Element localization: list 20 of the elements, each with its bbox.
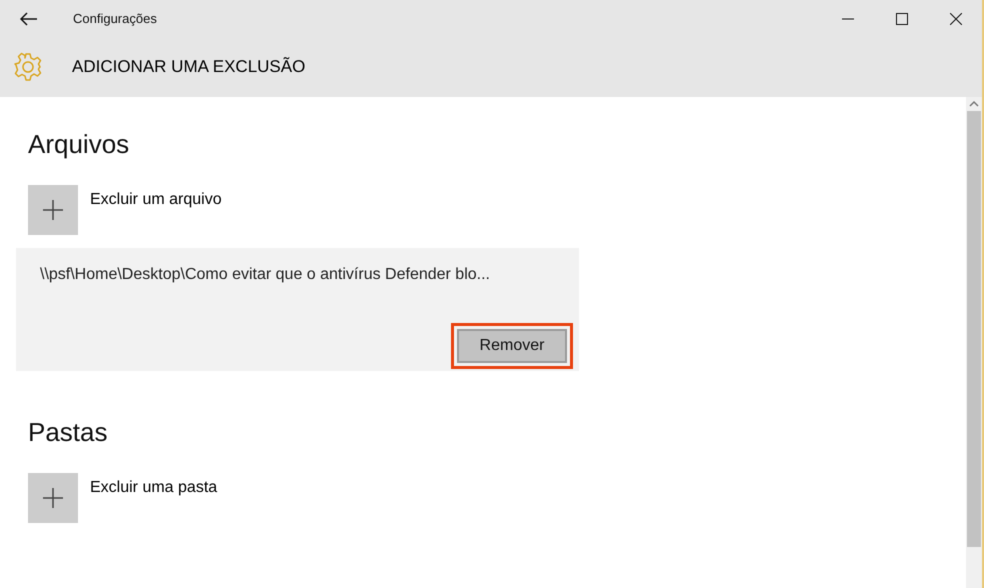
file-path: \\psf\Home\Desktop\Como evitar que o antivírus Defender blo... bbox=[40, 265, 491, 285]
maximize-icon[interactable] bbox=[896, 12, 908, 24]
gear-icon bbox=[13, 52, 43, 82]
scrollbar[interactable] bbox=[966, 97, 982, 588]
section-heading: Pastas bbox=[28, 419, 108, 445]
exclusion-item[interactable]: \\psf\Home\Desktop\Como evitar que o antivírus Defender blo... Remover bbox=[16, 248, 579, 371]
plus-icon bbox=[42, 199, 64, 221]
add-button[interactable] bbox=[28, 185, 78, 235]
add-button[interactable] bbox=[28, 473, 78, 523]
back-icon[interactable] bbox=[20, 12, 38, 26]
add-label[interactable]: Excluir uma pasta bbox=[90, 480, 218, 496]
remove-button[interactable]: Remover bbox=[457, 329, 567, 363]
section-heading: Arquivos bbox=[28, 131, 130, 157]
scrollbar-thumb[interactable] bbox=[967, 111, 981, 547]
close-icon[interactable] bbox=[950, 12, 962, 24]
page-title: ADICIONAR UMA EXCLUSÃO bbox=[72, 56, 306, 78]
scroll-up-icon[interactable] bbox=[969, 100, 979, 107]
plus-icon bbox=[42, 487, 64, 509]
add-label[interactable]: Excluir um arquivo bbox=[90, 192, 222, 208]
window-title: Configurações bbox=[73, 10, 157, 28]
